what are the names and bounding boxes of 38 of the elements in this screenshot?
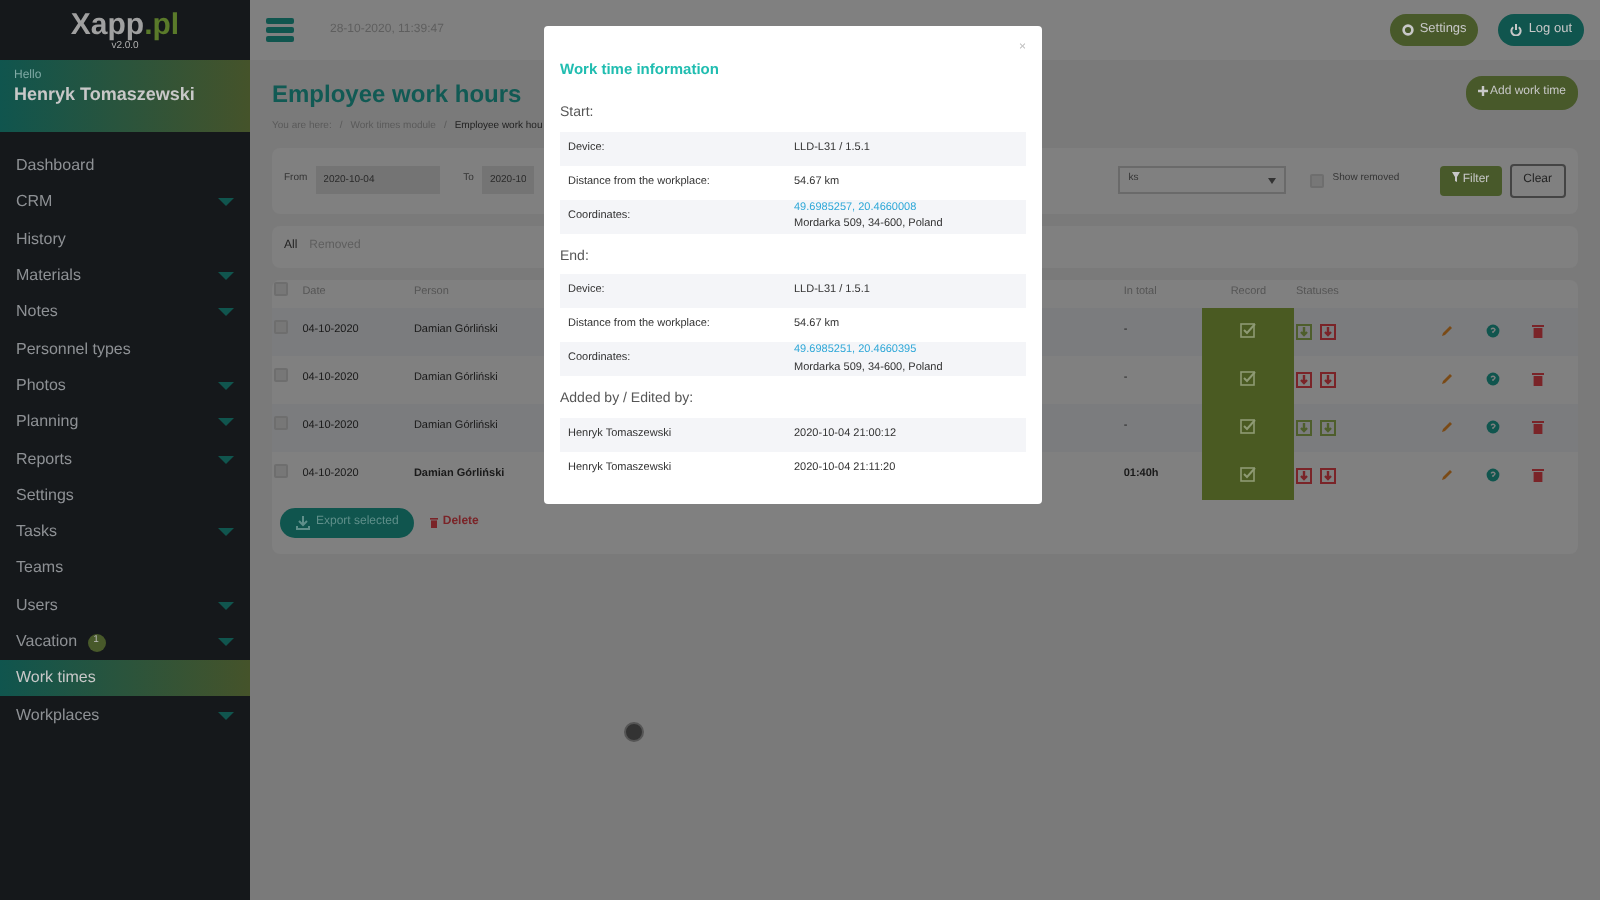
trash-icon[interactable] [1532, 372, 1544, 386]
help-icon[interactable] [1486, 420, 1500, 434]
download-icon [296, 515, 310, 529]
trash-icon[interactable] [1532, 324, 1544, 338]
help-icon[interactable] [1486, 372, 1500, 386]
help-icon[interactable] [1486, 324, 1500, 338]
funnel-icon [1451, 172, 1460, 183]
sidebar-item[interactable]: Planning [0, 404, 250, 441]
sidebar-item[interactable]: Materials [0, 257, 250, 295]
page-title: Employee work hours [272, 78, 524, 112]
sidebar-item[interactable]: Users [0, 587, 250, 624]
sidebar-item[interactable]: Notes [0, 294, 250, 331]
sidebar-item[interactable]: Reports [0, 440, 250, 478]
power-icon [1510, 24, 1523, 36]
pencil-icon[interactable] [1440, 420, 1454, 434]
sidebar-item[interactable]: Personnel types [0, 330, 250, 368]
sidebar-item[interactable]: Teams [0, 550, 250, 588]
sidebar-item[interactable]: Workplaces [0, 696, 250, 734]
trash-icon[interactable] [1532, 420, 1544, 434]
logo: Xapp.pl [70, 9, 180, 39]
trash-icon [430, 517, 439, 527]
pencil-icon[interactable] [1440, 324, 1454, 338]
sidebar-item[interactable]: Tasks [0, 513, 250, 551]
pencil-icon[interactable] [1440, 468, 1454, 482]
plus-icon [1477, 85, 1488, 96]
gear-icon [1401, 24, 1414, 36]
menu-icon[interactable] [266, 18, 294, 42]
user-name: Henryk Tomaszewski [14, 86, 197, 104]
caret-icon [1268, 177, 1277, 183]
sidebar-item[interactable]: Dashboard [0, 148, 250, 185]
help-icon[interactable] [1486, 468, 1500, 482]
sidebar-item[interactable]: Photos [0, 367, 250, 405]
trash-icon[interactable] [1532, 468, 1544, 482]
sidebar-item[interactable]: CRM [0, 184, 250, 222]
pencil-icon[interactable] [1440, 372, 1454, 386]
sidebar-item[interactable]: Settings [0, 477, 250, 514]
sidebar-item[interactable]: History [0, 221, 250, 258]
sidebar-item[interactable]: Work times [0, 660, 250, 697]
